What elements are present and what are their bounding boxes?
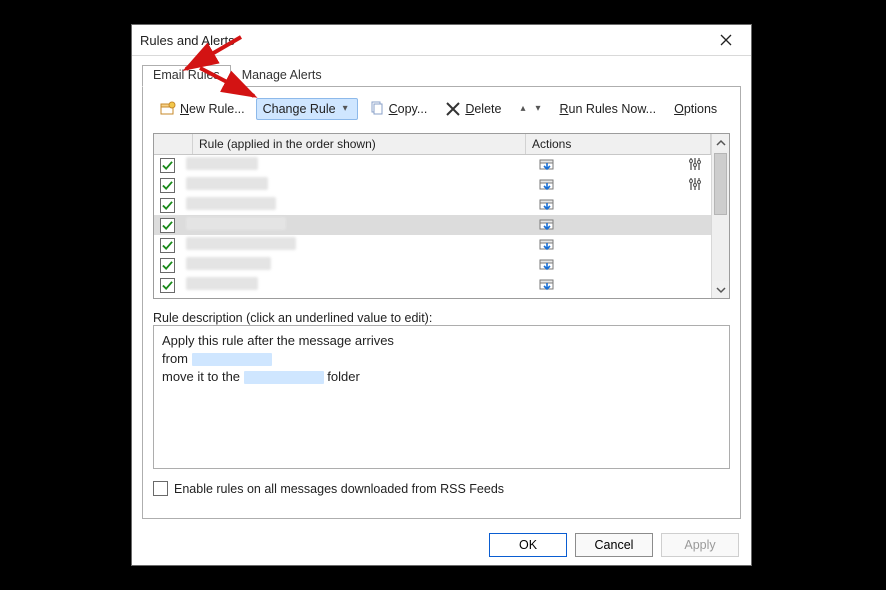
row-checkbox[interactable] <box>160 158 175 173</box>
titlebar: Rules and Alerts <box>132 25 751 56</box>
rules-grid: Rule (applied in the order shown) Action… <box>153 133 730 299</box>
rule-name <box>186 157 258 170</box>
rule-name <box>186 177 268 190</box>
move-to-folder-icon <box>539 196 555 215</box>
desc-line-1: Apply this rule after the message arrive… <box>162 332 721 350</box>
move-down-button[interactable]: ▾ <box>532 104 543 114</box>
move-to-folder-icon <box>539 176 555 195</box>
options-button[interactable]: Options <box>667 98 724 120</box>
change-rule-button[interactable]: Change Rule ▾ <box>256 98 358 120</box>
scrollbar[interactable] <box>711 134 729 298</box>
tab-manage-alerts[interactable]: Manage Alerts <box>231 65 333 87</box>
scroll-track[interactable] <box>712 151 729 281</box>
row-checkbox[interactable] <box>160 258 175 273</box>
close-icon[interactable] <box>705 25 747 55</box>
table-row[interactable] <box>154 255 711 275</box>
table-row[interactable] <box>154 275 711 295</box>
rule-description-section: Rule description (click an underlined va… <box>153 309 730 469</box>
dropdown-arrow-icon: ▾ <box>340 104 351 114</box>
rule-settings-icon <box>687 176 703 195</box>
run-rules-now-button[interactable]: Run Rules Now... <box>553 98 664 120</box>
grid-header: Rule (applied in the order shown) Action… <box>154 134 711 155</box>
new-rule-button[interactable]: New Rule... <box>153 97 252 121</box>
move-to-folder-icon <box>539 256 555 275</box>
row-checkbox[interactable] <box>160 238 175 253</box>
row-checkbox[interactable] <box>160 178 175 193</box>
row-checkbox[interactable] <box>160 198 175 213</box>
rule-name <box>186 277 258 290</box>
window-title: Rules and Alerts <box>140 33 705 48</box>
table-row[interactable] <box>154 195 711 215</box>
rule-description-label: Rule description (click an underlined va… <box>153 311 730 325</box>
grid-header-checkbox[interactable] <box>154 134 193 154</box>
delete-button[interactable]: Delete <box>438 97 508 121</box>
rule-name <box>186 257 271 270</box>
scroll-up-icon[interactable] <box>712 134 729 151</box>
from-value-link[interactable] <box>192 353 272 366</box>
rule-name <box>186 217 286 230</box>
dialog-buttons: OK Cancel Apply <box>132 525 751 565</box>
move-up-button[interactable]: ▴ <box>517 104 528 114</box>
desc-line-2: from <box>162 350 721 368</box>
copy-button[interactable]: Copy... <box>362 97 435 121</box>
move-to-folder-icon <box>539 276 555 295</box>
folder-value-link[interactable] <box>244 371 324 384</box>
delete-icon <box>445 101 461 117</box>
move-to-folder-icon <box>539 216 555 235</box>
rule-description-box[interactable]: Apply this rule after the message arrive… <box>153 325 730 469</box>
rule-name <box>186 197 276 210</box>
rule-name <box>186 237 296 250</box>
tab-strip: Email Rules Manage Alerts <box>142 64 741 87</box>
table-row[interactable] <box>154 155 711 175</box>
cancel-button[interactable]: Cancel <box>575 533 653 557</box>
apply-button[interactable]: Apply <box>661 533 739 557</box>
move-to-folder-icon <box>539 156 555 175</box>
grid-header-actions[interactable]: Actions <box>526 134 711 154</box>
rules-and-alerts-dialog: Rules and Alerts Email Rules Manage Aler… <box>131 24 752 566</box>
desc-line-3: move it to the folder <box>162 368 721 386</box>
scroll-down-icon[interactable] <box>712 281 729 298</box>
email-rules-panel: New Rule... Change Rule ▾ Copy... De <box>142 87 741 519</box>
row-checkbox[interactable] <box>160 278 175 293</box>
new-rule-icon <box>160 101 176 117</box>
table-row[interactable] <box>154 175 711 195</box>
table-row[interactable] <box>154 215 711 235</box>
move-to-folder-icon <box>539 236 555 255</box>
toolbar: New Rule... Change Rule ▾ Copy... De <box>153 95 730 123</box>
rss-enable-label: Enable rules on all messages downloaded … <box>174 482 504 496</box>
rss-enable-row: Enable rules on all messages downloaded … <box>153 481 730 496</box>
rule-settings-icon <box>687 156 703 175</box>
ok-button[interactable]: OK <box>489 533 567 557</box>
dialog-body: Email Rules Manage Alerts New Rule... Ch… <box>132 56 751 525</box>
table-row[interactable] <box>154 235 711 255</box>
row-checkbox[interactable] <box>160 218 175 233</box>
rss-enable-checkbox[interactable] <box>153 481 168 496</box>
grid-header-rule[interactable]: Rule (applied in the order shown) <box>193 134 526 154</box>
copy-icon <box>369 101 385 117</box>
scroll-thumb[interactable] <box>714 153 727 215</box>
tab-email-rules[interactable]: Email Rules <box>142 65 231 87</box>
